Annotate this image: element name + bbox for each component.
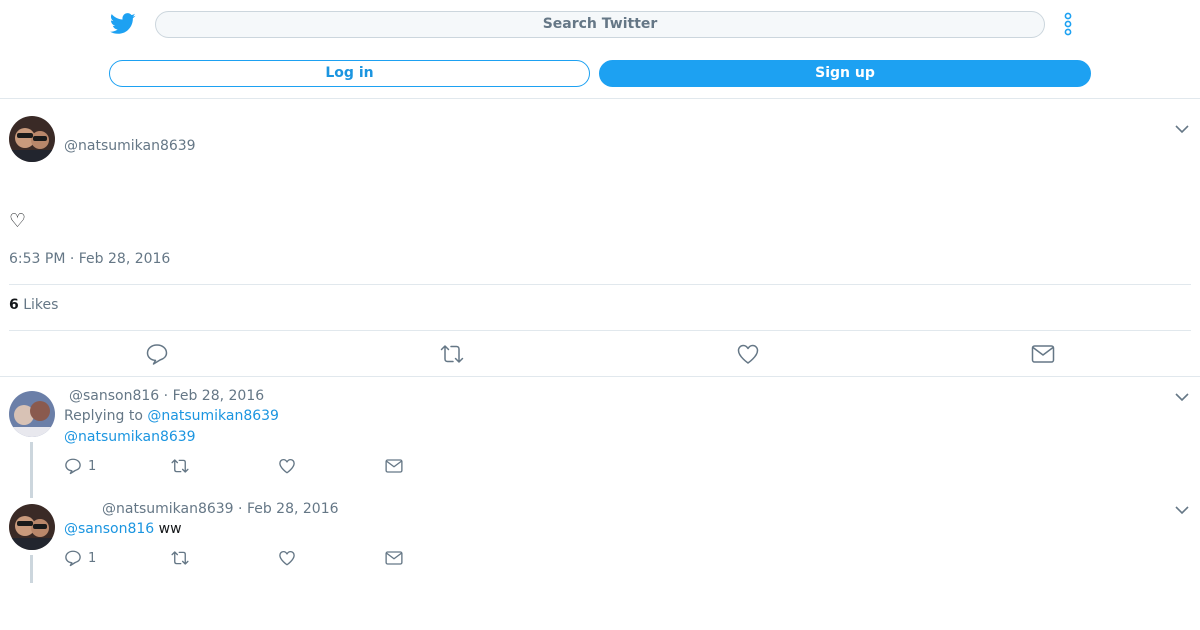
separator: · — [163, 388, 169, 404]
retweet-icon — [171, 551, 189, 565]
avatar[interactable] — [9, 391, 55, 437]
replying-to-label: Replying to — [64, 408, 143, 424]
reply-button[interactable]: 1 — [64, 457, 96, 475]
like-icon — [279, 458, 295, 474]
reply-icon — [65, 458, 81, 475]
reply-author-handle[interactable]: @natsumikan8639 — [102, 501, 234, 517]
like-button[interactable] — [278, 549, 296, 567]
reply-icon[interactable] — [145, 342, 169, 366]
reply-author-handle[interactable]: @sanson816 — [69, 388, 159, 404]
mention-link[interactable]: @natsumikan8639 — [64, 429, 196, 445]
likes-stat[interactable]: 6 Likes — [9, 297, 58, 313]
chevron-down-icon[interactable] — [1175, 392, 1189, 402]
login-button[interactable]: Log in — [109, 60, 590, 87]
replying-to: Replying to @natsumikan8639 — [64, 408, 279, 424]
reply-date[interactable]: Feb 28, 2016 — [173, 388, 265, 404]
search-input[interactable]: Search Twitter — [155, 11, 1045, 38]
likes-label: Likes — [23, 297, 59, 313]
signup-button[interactable]: Sign up — [599, 60, 1091, 87]
thread-line — [30, 555, 33, 583]
retweet-icon[interactable] — [440, 342, 464, 366]
reply-icon — [65, 550, 81, 567]
reply-date[interactable]: Feb 28, 2016 — [247, 501, 339, 517]
twitter-bird-icon[interactable] — [110, 12, 136, 36]
message-button[interactable] — [385, 549, 403, 567]
chevron-down-icon[interactable] — [1175, 505, 1189, 515]
reply-text: @sanson816 ww — [64, 521, 182, 537]
retweet-button[interactable] — [171, 457, 189, 475]
separator: · — [238, 501, 243, 517]
retweet-button[interactable] — [171, 549, 189, 567]
divider — [9, 284, 1191, 285]
avatar-photo — [9, 116, 55, 162]
reply-header: @sanson816 · Feb 28, 2016 — [69, 388, 264, 404]
chevron-down-icon[interactable] — [1175, 124, 1189, 134]
mention-link[interactable]: @sanson816 — [64, 521, 154, 537]
message-icon — [385, 459, 403, 473]
thread-line — [30, 442, 33, 498]
replying-to-link[interactable]: @natsumikan8639 — [147, 408, 279, 424]
tweet-text: ♡ — [9, 210, 27, 232]
divider — [0, 376, 1200, 377]
reply-header: @natsumikan8639 · Feb 28, 2016 — [102, 501, 339, 517]
reply-count: 1 — [88, 458, 97, 474]
tweet-timestamp[interactable]: 6:53 PM · Feb 28, 2016 — [9, 251, 170, 267]
avatar[interactable] — [9, 116, 55, 162]
avatar[interactable] — [9, 504, 55, 550]
like-button[interactable] — [278, 457, 296, 475]
like-icon[interactable] — [736, 342, 760, 366]
divider — [9, 330, 1191, 331]
reply-button[interactable]: 1 — [64, 549, 96, 567]
like-icon — [279, 550, 295, 566]
top-bar: Search Twitter Log in Sign up — [0, 0, 1200, 99]
message-button[interactable] — [385, 457, 403, 475]
avatar-photo — [9, 391, 55, 437]
retweet-icon — [171, 459, 189, 473]
tweet-author-handle[interactable]: @natsumikan8639 — [64, 138, 196, 154]
message-icon[interactable] — [1031, 342, 1055, 366]
likes-count: 6 — [9, 297, 19, 313]
avatar-photo — [9, 504, 55, 550]
reply-count: 1 — [88, 550, 97, 566]
message-icon — [385, 551, 403, 565]
more-options-icon[interactable] — [1060, 11, 1076, 37]
reply-body: ww — [158, 521, 182, 537]
reply-text: @natsumikan8639 — [64, 429, 196, 445]
